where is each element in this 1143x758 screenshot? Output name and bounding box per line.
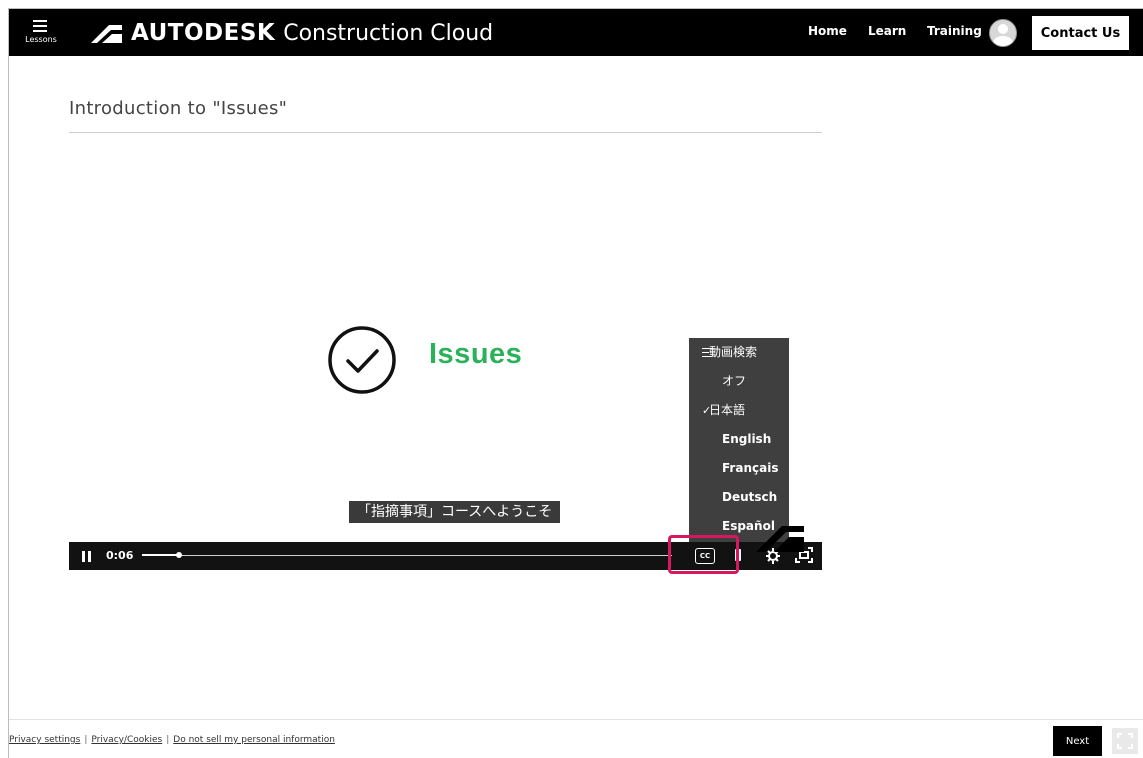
product-name: Construction Cloud xyxy=(283,20,494,46)
autodesk-a-mark-icon xyxy=(91,25,122,43)
footer-links: Privacy settings | Privacy/Cookies | Do not … xyxy=(9,735,335,745)
captions-menu: 動画検索 オフ ✓ 日本語 English Français Deutsch E… xyxy=(689,338,789,542)
footer-separator: | xyxy=(166,735,170,745)
check-circle-icon xyxy=(328,326,396,394)
hamburger-icon xyxy=(33,20,47,32)
progress-fill xyxy=(142,554,179,556)
caption-option-label: English xyxy=(722,432,772,446)
caption-option-english[interactable]: English xyxy=(689,425,789,454)
caption-option-label: オフ xyxy=(722,374,747,388)
cc-button-highlight xyxy=(668,535,739,574)
caption-option-french[interactable]: Français xyxy=(689,454,789,483)
caption-option-japanese[interactable]: ✓ 日本語 xyxy=(689,396,789,425)
lessons-label: Lessons xyxy=(25,35,57,44)
footer-divider xyxy=(9,719,1143,720)
caption-option-label: 日本語 xyxy=(709,403,746,417)
title-divider xyxy=(69,132,822,133)
page-frame-left xyxy=(8,8,9,758)
nav-training-link[interactable]: Training xyxy=(927,24,982,38)
privacy-settings-link[interactable]: Privacy settings xyxy=(9,735,80,745)
lessons-menu-button[interactable]: Lessons xyxy=(23,15,57,51)
next-button[interactable]: Next xyxy=(1053,726,1102,756)
current-time: 0:06 xyxy=(106,549,134,562)
privacy-cookies-link[interactable]: Privacy/Cookies xyxy=(91,735,162,745)
progress-track[interactable] xyxy=(142,555,672,556)
footer-separator: | xyxy=(84,735,88,745)
expand-icon[interactable] xyxy=(1112,728,1138,754)
nav-home-link[interactable]: Home xyxy=(808,24,847,38)
caption-option-german[interactable]: Deutsch xyxy=(689,483,789,512)
nav-learn-link[interactable]: Learn xyxy=(868,24,906,38)
slide-title: Issues xyxy=(429,338,523,370)
autodesk-watermark-icon xyxy=(756,526,804,552)
caption-option-off[interactable]: オフ xyxy=(689,367,789,396)
contact-us-button[interactable]: Contact Us xyxy=(1031,15,1130,51)
autodesk-logo[interactable]: AUTODESK Construction Cloud xyxy=(89,19,493,47)
captions-search-label: 動画検索 xyxy=(709,345,758,359)
user-avatar[interactable] xyxy=(989,19,1017,47)
brand-name: AUTODESK xyxy=(131,20,276,46)
top-header: Lessons AUTODESK Construction Cloud Home… xyxy=(9,9,1143,56)
caption-option-label: Deutsch xyxy=(722,490,778,504)
caption-option-label: Français xyxy=(722,461,779,475)
do-not-sell-link[interactable]: Do not sell my personal information xyxy=(173,735,335,745)
subtitle-caption: 「指摘事項」コースへようこそ xyxy=(349,501,561,523)
progress-handle[interactable] xyxy=(176,552,182,558)
page-title: Introduction to "Issues" xyxy=(69,98,288,119)
captions-search-item[interactable]: 動画検索 xyxy=(689,338,789,367)
pause-icon[interactable] xyxy=(82,551,92,562)
